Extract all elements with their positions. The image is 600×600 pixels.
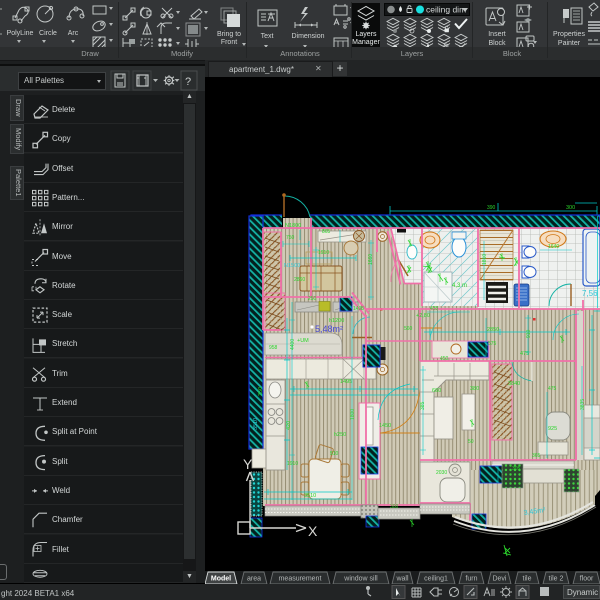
svg-text:925: 925 (548, 426, 557, 432)
svg-text:measurement: measurement (279, 576, 322, 583)
svg-text:4400: 4400 (290, 339, 296, 350)
svg-text:ceiling dim: ceiling dim (426, 5, 466, 15)
svg-text:50: 50 (468, 439, 474, 445)
svg-text:+2,80: +2,80 (416, 313, 430, 319)
svg-text:1660: 1660 (368, 254, 374, 265)
svg-text:385: 385 (420, 401, 426, 410)
svg-text:750: 750 (286, 235, 295, 241)
svg-text:390: 390 (487, 205, 496, 211)
svg-text:435: 435 (430, 306, 439, 312)
svg-text:furn: furn (465, 576, 477, 583)
svg-text:250: 250 (308, 296, 317, 302)
svg-text:h250: h250 (334, 432, 346, 438)
svg-text:h1200: h1200 (329, 318, 344, 324)
svg-text:1640: 1640 (548, 244, 559, 250)
svg-text:4,3 m: 4,3 m (452, 283, 467, 289)
svg-text:1495: 1495 (340, 379, 352, 385)
svg-text:660: 660 (432, 388, 441, 394)
svg-text:3835: 3835 (580, 399, 586, 410)
svg-text:958: 958 (269, 345, 278, 351)
svg-text:300: 300 (390, 504, 399, 510)
svg-text:575: 575 (488, 341, 497, 347)
svg-text:window sill: window sill (343, 576, 378, 583)
svg-text:3510: 3510 (253, 418, 259, 430)
svg-text:wall: wall (395, 576, 409, 583)
svg-text:560: 560 (404, 326, 413, 332)
svg-text:365: 365 (532, 453, 541, 459)
svg-text:420: 420 (286, 421, 292, 430)
svg-text:1810: 1810 (482, 254, 488, 265)
svg-text:3510: 3510 (304, 493, 316, 499)
svg-text:+UM: +UM (297, 338, 309, 344)
svg-text:350: 350 (258, 387, 264, 396)
svg-text:910: 910 (526, 329, 532, 338)
svg-text:1495: 1495 (353, 306, 364, 312)
svg-text:Devi: Devi (492, 576, 506, 583)
svg-text:510: 510 (330, 451, 339, 457)
svg-text:865: 865 (322, 229, 331, 235)
svg-text:Model: Model (211, 576, 231, 583)
svg-text:N1800: N1800 (285, 223, 301, 229)
svg-text:N1500: N1500 (284, 263, 300, 269)
svg-text:1910: 1910 (318, 250, 329, 256)
svg-text:floor: floor (580, 576, 594, 583)
svg-text:1800: 1800 (350, 409, 356, 420)
svg-text:7,56: 7,56 (582, 289, 598, 298)
svg-text:Y: Y (243, 456, 253, 472)
svg-text:2850: 2850 (487, 327, 499, 333)
svg-text:?: ? (185, 76, 191, 88)
svg-text:450: 450 (440, 356, 449, 362)
svg-text:5,48m²: 5,48m² (315, 324, 343, 334)
svg-text:2030: 2030 (436, 470, 447, 476)
svg-text:ceiling1: ceiling1 (424, 576, 448, 583)
svg-text:3840: 3840 (508, 381, 520, 387)
svg-text:475: 475 (548, 386, 557, 392)
svg-text:area: area (247, 576, 261, 583)
svg-text:2860: 2860 (294, 277, 305, 283)
svg-text:tile 2: tile 2 (549, 576, 564, 583)
svg-text:tile: tile (523, 576, 532, 583)
svg-text:300: 300 (566, 205, 575, 211)
svg-text:380: 380 (470, 386, 479, 392)
svg-text:1450: 1450 (379, 423, 391, 429)
svg-text:X: X (308, 523, 318, 539)
svg-text:305: 305 (512, 466, 521, 472)
svg-text:1910: 1910 (287, 461, 298, 467)
